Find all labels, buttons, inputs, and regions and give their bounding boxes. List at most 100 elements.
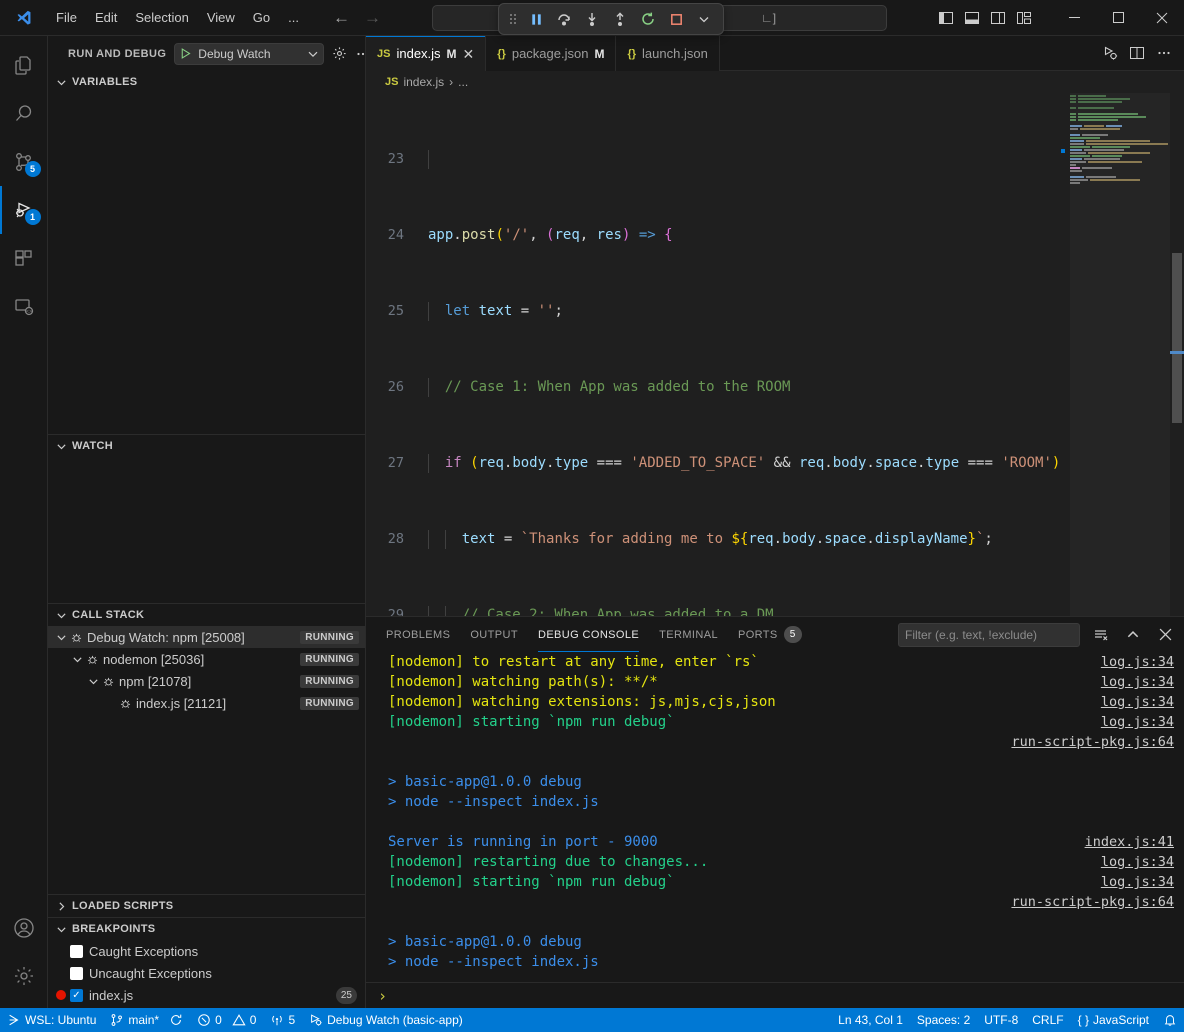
table-row[interactable]: index.js [21121] RUNNING [48, 692, 365, 714]
activity-item-extensions[interactable] [0, 234, 48, 282]
activity-item-remote-explorer[interactable]: <> [0, 282, 48, 330]
menu-file[interactable]: File [48, 7, 85, 28]
close-panel-icon[interactable] [1154, 624, 1176, 646]
step-out-button[interactable] [607, 6, 633, 32]
forward-arrow-icon[interactable]: → [364, 8, 381, 28]
section-header-watch[interactable]: WATCH [48, 435, 365, 457]
drag-handle-icon[interactable] [505, 11, 521, 27]
step-over-button[interactable] [551, 6, 577, 32]
tab-terminal[interactable]: TERMINAL [649, 617, 728, 652]
editor-scrollbar[interactable] [1170, 93, 1184, 616]
tab-ports[interactable]: PORTS 5 [728, 617, 812, 652]
run-and-debug-editor-icon[interactable] [1102, 45, 1118, 61]
section-header-breakpoints[interactable]: BREAKPOINTS [48, 918, 365, 940]
debug-console-output[interactable]: [nodemon] to restart at any time, enter … [366, 652, 1184, 982]
console-source-link[interactable]: run-script-pkg.js:64 [1011, 734, 1184, 750]
console-source-link[interactable]: run-script-pkg.js:64 [1011, 894, 1184, 910]
status-problems[interactable]: 0 0 [190, 1008, 263, 1032]
tab-debug-console[interactable]: DEBUG CONSOLE [528, 617, 649, 652]
menu-more[interactable]: ... [280, 7, 307, 28]
table-row[interactable]: nodemon [25036] RUNNING [48, 648, 365, 670]
editor-more-actions-icon[interactable] [1156, 45, 1172, 61]
clear-console-icon[interactable] [1090, 624, 1112, 646]
activity-item-source-control[interactable]: 5 [0, 138, 48, 186]
debug-console-input[interactable]: › [366, 982, 1184, 1008]
status-language-mode[interactable]: { } JavaScript [1071, 1008, 1156, 1032]
section-header-call-stack[interactable]: CALL STACK [48, 604, 365, 626]
activity-item-run-and-debug[interactable]: 1 [0, 186, 48, 234]
toggle-secondary-sidebar-icon[interactable] [990, 10, 1006, 26]
list-item[interactable]: Uncaught Exceptions [48, 962, 365, 984]
checkbox-index-js-breakpoint[interactable]: ✓ [70, 989, 83, 1002]
list-item[interactable]: ✓ index.js 25 [48, 984, 365, 1006]
status-indentation[interactable]: Spaces: 2 [910, 1008, 977, 1032]
console-source-link[interactable]: log.js:34 [1101, 694, 1184, 710]
tab-package-json[interactable]: {} package.json M [486, 36, 616, 71]
console-source-link[interactable]: log.js:34 [1101, 674, 1184, 690]
console-source-link[interactable]: index.js:41 [1085, 834, 1184, 850]
breadcrumb-symbol[interactable]: ... [458, 75, 468, 89]
status-eol[interactable]: CRLF [1025, 1008, 1070, 1032]
open-launch-json-gear-icon[interactable] [332, 43, 347, 65]
chevron-down-icon[interactable] [54, 632, 68, 643]
status-ports[interactable]: 5 [263, 1008, 302, 1032]
activity-item-accounts[interactable] [0, 904, 48, 952]
status-notifications[interactable] [1156, 1008, 1184, 1032]
console-source-link[interactable]: log.js:34 [1101, 654, 1184, 670]
chevron-down-icon[interactable] [307, 48, 319, 60]
maximize-button[interactable] [1096, 0, 1140, 36]
menu-edit[interactable]: Edit [87, 7, 125, 28]
editor-scrollbar-thumb[interactable] [1172, 253, 1182, 423]
toggle-primary-sidebar-icon[interactable] [938, 10, 954, 26]
checkbox-uncaught-exceptions[interactable] [70, 967, 83, 980]
stop-button[interactable] [663, 6, 689, 32]
status-debug-session[interactable]: Debug Watch (basic-app) [302, 1008, 470, 1032]
menu-selection[interactable]: Selection [127, 7, 196, 28]
sync-icon[interactable] [169, 1013, 183, 1027]
minimap[interactable] [1070, 93, 1170, 616]
status-branch[interactable]: main* [103, 1008, 190, 1032]
code-editor[interactable]: 23 24 app.post('/', (req, res) => { 25 l… [366, 93, 1184, 616]
debug-toolbar-dropdown-icon[interactable] [691, 6, 717, 32]
tab-output[interactable]: OUTPUT [460, 617, 528, 652]
customize-layout-icon[interactable] [1016, 10, 1032, 26]
pause-button[interactable] [523, 6, 549, 32]
console-source-link[interactable]: log.js:34 [1101, 854, 1184, 870]
step-into-button[interactable] [579, 6, 605, 32]
breadcrumb-file[interactable]: index.js [403, 75, 444, 89]
filter-input[interactable]: Filter (e.g. text, !exclude) [898, 623, 1080, 647]
start-debugging-icon[interactable] [179, 47, 192, 60]
activity-item-settings[interactable] [0, 952, 48, 1000]
toggle-panel-icon[interactable] [964, 10, 980, 26]
chevron-down-icon[interactable] [70, 654, 84, 665]
chevron-down-icon[interactable] [86, 676, 100, 687]
close-icon[interactable]: ✕ [463, 47, 475, 61]
activity-item-search[interactable] [0, 90, 48, 138]
tab-launch-json[interactable]: {} launch.json [616, 36, 719, 71]
close-button[interactable] [1140, 0, 1184, 36]
breadcrumb[interactable]: JS index.js › ... [366, 71, 1184, 93]
tab-problems[interactable]: PROBLEMS [376, 617, 460, 652]
line-number[interactable]: 25 [366, 302, 426, 321]
activity-item-explorer[interactable] [0, 42, 48, 90]
minimize-button[interactable] [1052, 0, 1096, 36]
menu-go[interactable]: Go [245, 7, 278, 28]
tab-index-js[interactable]: JS index.js M ✕ [366, 36, 486, 71]
split-editor-icon[interactable] [1129, 45, 1145, 61]
restart-button[interactable] [635, 6, 661, 32]
section-header-loaded-scripts[interactable]: LOADED SCRIPTS [48, 895, 365, 917]
status-encoding[interactable]: UTF-8 [977, 1008, 1025, 1032]
checkbox-caught-exceptions[interactable] [70, 945, 83, 958]
back-arrow-icon[interactable]: ← [333, 8, 350, 28]
status-remote-indicator[interactable]: WSL: Ubuntu [0, 1008, 103, 1032]
launch-configuration-select[interactable]: Debug Watch [174, 43, 324, 65]
list-item[interactable]: Caught Exceptions [48, 940, 365, 962]
table-row[interactable]: npm [21078] RUNNING [48, 670, 365, 692]
table-row[interactable]: Debug Watch: npm [25008] RUNNING [48, 626, 365, 648]
section-header-variables[interactable]: VARIABLES [48, 71, 365, 93]
console-source-link[interactable]: log.js:34 [1101, 714, 1184, 730]
menu-view[interactable]: View [199, 7, 243, 28]
console-source-link[interactable]: log.js:34 [1101, 874, 1184, 890]
status-cursor-position[interactable]: Ln 43, Col 1 [831, 1008, 910, 1032]
maximize-panel-icon[interactable] [1122, 624, 1144, 646]
